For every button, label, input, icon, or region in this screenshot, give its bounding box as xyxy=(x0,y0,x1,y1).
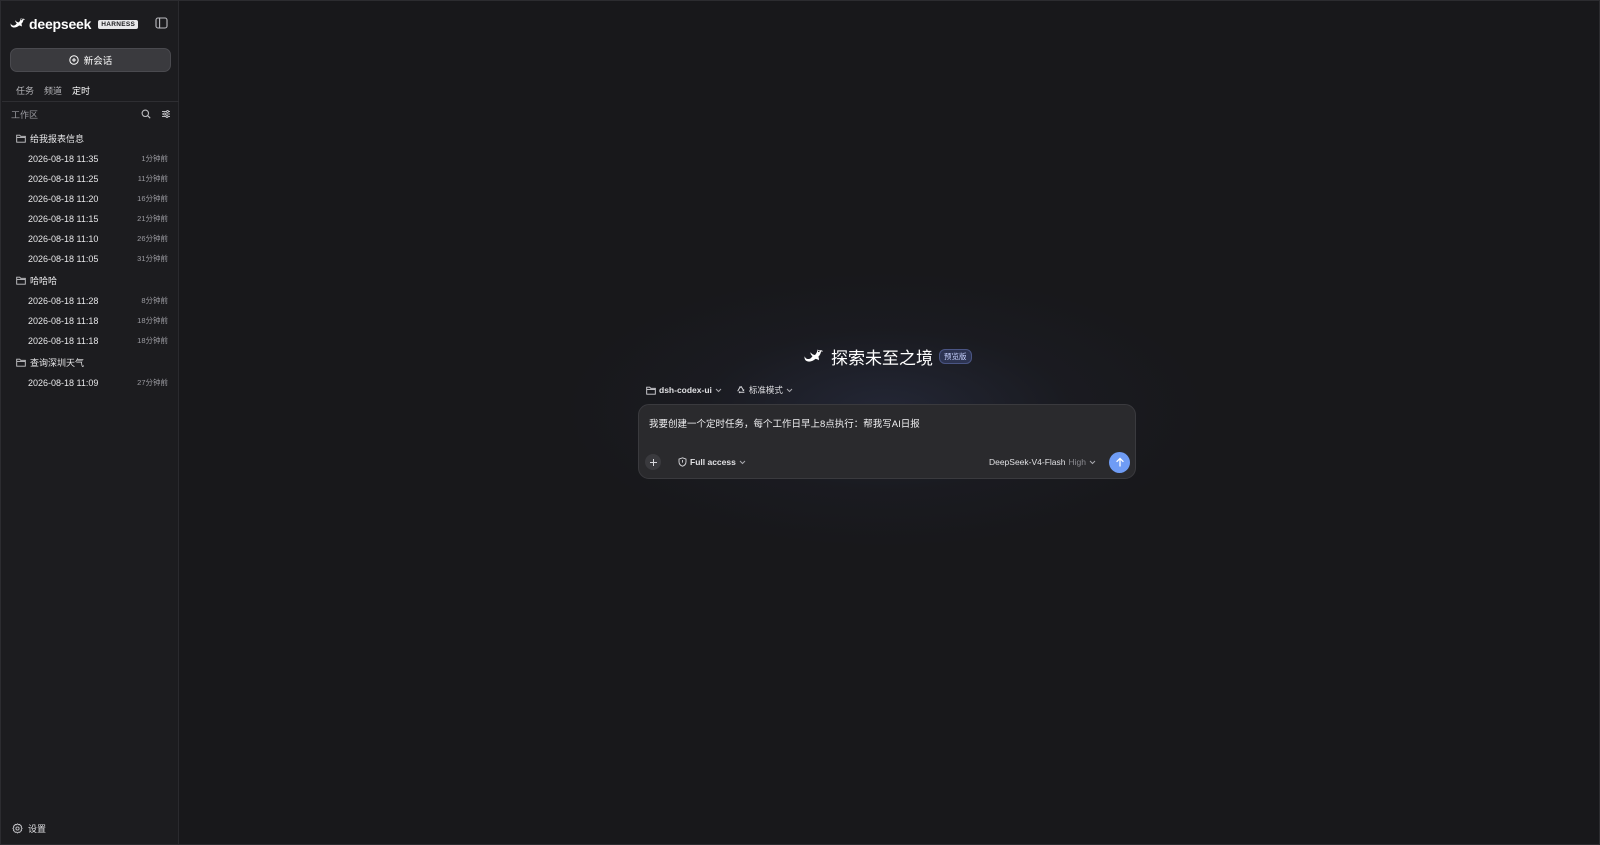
sidebar-toggle-icon[interactable] xyxy=(155,17,168,29)
item-time: 2026-08-18 11:20 xyxy=(28,193,99,204)
folder-name: 查询深圳天气 xyxy=(30,358,85,368)
workspace-header: 工作区 xyxy=(11,107,171,121)
list-item[interactable]: 2026-08-18 11:05 31分钟前 xyxy=(28,253,168,264)
model-selector[interactable]: DeepSeek-V4-Flash High xyxy=(989,457,1096,467)
list-item[interactable]: 2026-08-18 11:20 16分钟前 xyxy=(28,193,168,204)
list-item[interactable]: 2026-08-18 11:18 18分钟前 xyxy=(28,315,168,326)
plus-circle-icon xyxy=(69,55,79,65)
tab-scheduled[interactable]: 定时 xyxy=(72,84,91,102)
brand[interactable]: deepseek HARNESS xyxy=(10,15,139,33)
model-name: DeepSeek-V4-Flash xyxy=(988,457,1066,467)
chevron-down-icon xyxy=(739,460,746,465)
item-ago: 26分钟前 xyxy=(137,234,168,243)
item-time: 2026-08-18 11:05 xyxy=(28,253,99,264)
project-selector[interactable]: dsh-codex-ui xyxy=(646,385,722,395)
item-ago: 16分钟前 xyxy=(137,194,168,203)
mode-label: 标准模式 xyxy=(748,385,783,395)
item-time: 2026-08-18 11:25 xyxy=(28,173,99,184)
brand-name: deepseek xyxy=(29,16,92,32)
send-button[interactable] xyxy=(1109,452,1130,473)
add-attachment-button[interactable] xyxy=(645,454,661,470)
item-time: 2026-08-18 11:10 xyxy=(28,233,99,244)
list-item[interactable]: 2026-08-18 11:28 8分钟前 xyxy=(28,295,168,306)
list-item[interactable]: 2026-08-18 11:09 27分钟前 xyxy=(28,377,168,388)
prompt-composer: 我要创建一个定时任务，每个工作日早上8点执行：帮我写AI日报 Full acce… xyxy=(638,404,1136,479)
new-chat-button[interactable]: 新会话 xyxy=(10,48,171,72)
item-time: 2026-08-18 11:28 xyxy=(28,295,99,306)
item-ago: 21分钟前 xyxy=(137,214,168,223)
new-chat-label: 新会话 xyxy=(83,56,113,67)
workspace-label: 工作区 xyxy=(11,109,39,120)
arrow-up-icon xyxy=(1115,457,1125,468)
list-item[interactable]: 2026-08-18 11:35 1分钟前 xyxy=(28,153,168,164)
mode-selector[interactable]: 标准模式 xyxy=(736,384,793,396)
filter-icon[interactable] xyxy=(161,109,171,119)
item-ago: 11分钟前 xyxy=(137,174,168,183)
chevron-down-icon xyxy=(786,388,793,393)
hero-heading: 探索未至之境 预览版 xyxy=(803,344,972,369)
preview-badge: 预览版 xyxy=(939,349,972,364)
item-time: 2026-08-18 11:18 xyxy=(28,315,99,326)
item-time: 2026-08-18 11:18 xyxy=(28,335,99,346)
brand-badge: HARNESS xyxy=(98,19,139,29)
gear-icon xyxy=(12,823,23,834)
sidebar-tabs: 任务 频道 定时 xyxy=(16,84,91,102)
item-ago: 18分钟前 xyxy=(137,316,168,325)
item-ago: 31分钟前 xyxy=(137,254,168,263)
folder-group[interactable]: 哈哈哈 xyxy=(16,274,57,287)
reasoning-effort: High xyxy=(1068,457,1086,467)
item-ago: 27分钟前 xyxy=(137,378,168,387)
list-item[interactable]: 2026-08-18 11:18 18分钟前 xyxy=(28,335,168,346)
item-ago: 1分钟前 xyxy=(141,154,168,163)
folder-name: 哈哈哈 xyxy=(30,276,58,286)
composer-options: dsh-codex-ui 标准模式 xyxy=(646,384,793,396)
tab-tasks[interactable]: 任务 xyxy=(16,84,34,100)
recycle-icon xyxy=(736,385,746,395)
project-name: dsh-codex-ui xyxy=(659,385,712,395)
chevron-down-icon xyxy=(1089,460,1096,465)
settings-button[interactable]: 设置 xyxy=(12,822,46,835)
list-item[interactable]: 2026-08-18 11:25 11分钟前 xyxy=(28,173,168,184)
item-ago: 18分钟前 xyxy=(137,336,168,345)
whale-logo-icon xyxy=(10,17,26,31)
plus-icon xyxy=(649,458,658,467)
folder-icon xyxy=(16,276,26,285)
tab-channels[interactable]: 频道 xyxy=(44,84,62,100)
search-icon[interactable] xyxy=(141,109,151,119)
list-item[interactable]: 2026-08-18 11:15 21分钟前 xyxy=(28,213,168,224)
folder-name: 给我报表信息 xyxy=(30,134,85,144)
item-time: 2026-08-18 11:35 xyxy=(28,153,99,164)
prompt-input[interactable]: 我要创建一个定时任务，每个工作日早上8点执行：帮我写AI日报 xyxy=(649,416,920,430)
divider xyxy=(2,101,179,102)
list-item[interactable]: 2026-08-18 11:10 26分钟前 xyxy=(28,233,168,244)
item-time: 2026-08-18 11:09 xyxy=(28,377,99,388)
hero-title: 探索未至之境 xyxy=(831,349,933,368)
item-ago: 8分钟前 xyxy=(141,296,168,305)
settings-label: 设置 xyxy=(28,824,47,834)
access-selector[interactable]: Full access xyxy=(678,457,746,467)
folder-icon xyxy=(16,134,26,143)
access-label: Full access xyxy=(690,457,736,467)
folder-icon xyxy=(646,386,656,395)
folder-group[interactable]: 查询深圳天气 xyxy=(16,356,84,369)
sidebar: deepseek HARNESS 新会话 任务 频道 定时 工作区 给我报表信息… xyxy=(1,1,179,844)
folder-group[interactable]: 给我报表信息 xyxy=(16,132,84,145)
whale-logo-icon xyxy=(803,348,825,366)
shield-icon xyxy=(678,457,687,467)
folder-icon xyxy=(16,358,26,367)
item-time: 2026-08-18 11:15 xyxy=(28,213,99,224)
chevron-down-icon xyxy=(715,388,722,393)
